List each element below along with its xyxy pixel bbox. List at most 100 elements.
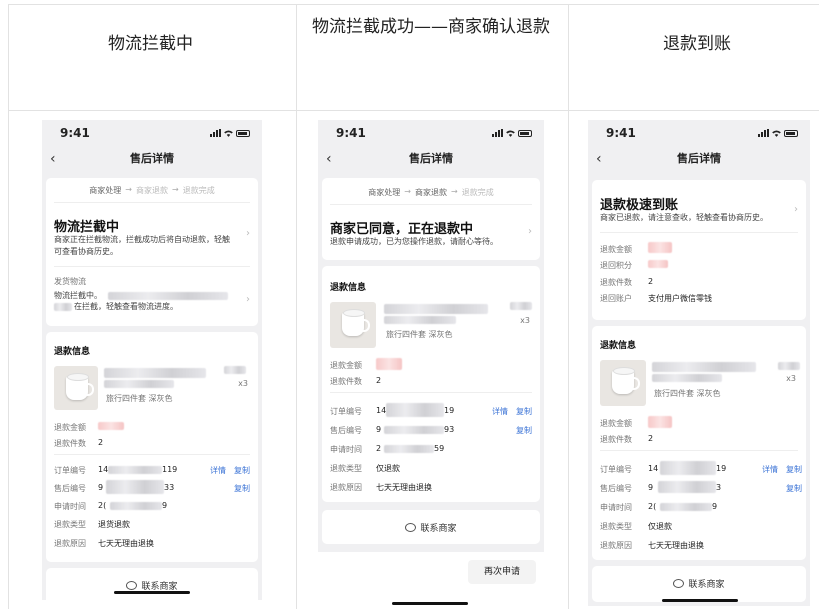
after-sale-number-prefix: 9	[648, 483, 654, 492]
copy-after-sale-button[interactable]: 复制	[786, 483, 802, 494]
order-number-prefix: 14	[648, 464, 659, 473]
redacted-tracking	[108, 292, 228, 300]
logistics-label: 发货物流	[54, 277, 86, 286]
redacted-price	[778, 362, 800, 370]
copy-after-sale-button[interactable]: 复制	[516, 425, 532, 436]
refund-type-value: 仅退款	[376, 464, 400, 473]
back-icon[interactable]: ‹	[326, 148, 332, 170]
home-indicator	[114, 591, 190, 594]
status-bar: 9:41	[42, 126, 262, 142]
status-description: 商家正在拦截物流，拦截成功后将自动退款，轻触可查看协商历史。	[54, 235, 230, 256]
order-detail-link[interactable]: 详情	[492, 406, 508, 417]
after-sale-number-suffix: 33	[164, 483, 175, 492]
step-2: 商家退款	[136, 186, 168, 195]
apply-time-prefix: 2(	[648, 502, 657, 511]
refund-type-value: 仅退款	[648, 522, 672, 531]
chat-icon	[673, 579, 685, 588]
order-number-suffix: 119	[162, 465, 178, 474]
nav-bar: ‹ 售后详情	[588, 148, 810, 170]
nav-bar: ‹ 售后详情	[42, 148, 262, 170]
after-sale-number-label: 售后编号	[54, 484, 86, 493]
redacted-text	[54, 303, 72, 311]
refund-amount-label: 退款金额	[54, 423, 86, 432]
copy-order-button[interactable]: 复制	[234, 465, 250, 476]
battery-icon	[518, 129, 532, 137]
order-detail-link[interactable]: 详情	[762, 464, 778, 475]
after-sale-number-label: 售后编号	[330, 426, 362, 435]
refund-points-label: 退回积分	[600, 261, 632, 270]
redacted-after-sale-number	[106, 480, 164, 494]
chevron-right-icon: ›	[246, 294, 250, 305]
divider	[330, 392, 532, 393]
redacted-product-name	[652, 374, 722, 382]
copy-after-sale-button[interactable]: 复制	[234, 483, 250, 494]
order-number-label: 订单编号	[54, 466, 86, 475]
product-image	[54, 366, 98, 410]
divider	[54, 266, 250, 267]
column-header-1: 物流拦截中	[108, 34, 193, 54]
status-bar: 9:41	[318, 126, 544, 142]
contact-card: 联系商家	[592, 566, 806, 602]
status-card: 商家处理 → 商家退款 → 退款完成 物流拦截中 商家正在拦截物流，拦截成功后将…	[46, 178, 258, 326]
status-bar: 9:41	[588, 126, 810, 142]
nav-bar: ‹ 售后详情	[318, 148, 544, 170]
mug-image	[342, 309, 370, 336]
redacted-after-sale-number	[658, 481, 716, 493]
back-icon[interactable]: ‹	[596, 148, 602, 170]
product-image	[330, 302, 376, 348]
redacted-after-sale-number	[384, 426, 444, 434]
product-image	[600, 360, 646, 406]
refund-info-card: 退款信息 x3 旅行四件套 深灰色 退款金额 退款件数 2 订单编号 14 11…	[46, 332, 258, 562]
product-quantity: x3	[520, 316, 530, 325]
battery-icon	[236, 129, 250, 137]
status-time: 9:41	[60, 126, 90, 140]
apply-time-suffix: 9	[712, 502, 718, 511]
progress-steps: 商家处理 → 商家退款 → 退款完成	[46, 185, 258, 196]
refund-type-label: 退款类型	[600, 522, 632, 531]
order-number-suffix: 19	[716, 464, 727, 473]
signal-icon	[210, 129, 221, 137]
home-indicator	[392, 602, 468, 605]
apply-time-label: 申请时间	[330, 445, 362, 454]
status-card: 退款极速到账 商家已退款，请注意查收，轻触查看协商历史。 › 退款金额 退回积分…	[592, 180, 806, 320]
refund-count-label: 退款件数	[600, 278, 632, 287]
battery-icon	[784, 129, 798, 137]
copy-order-button[interactable]: 复制	[516, 406, 532, 417]
step-3: 退款完成	[182, 186, 215, 195]
status-time: 9:41	[336, 126, 366, 140]
status-title: 商家已同意，正在退款中	[330, 222, 474, 237]
refund-count-label: 退款件数	[54, 439, 86, 448]
phone-screen-refund-received: 9:41 ‹ 售后详情 退款极速到账 商家已退款，请注意查收，轻触查看协商历史。…	[588, 120, 810, 606]
redacted-price	[224, 366, 246, 374]
wifi-icon	[772, 129, 781, 137]
step-1: 商家处理	[89, 186, 122, 195]
product-quantity: x3	[238, 379, 248, 388]
apply-time-suffix: 59	[434, 444, 445, 453]
refund-count-value: 2	[98, 438, 104, 447]
refund-reason-value: 七天无理由退换	[648, 541, 704, 550]
contact-merchant-button[interactable]: 联系商家	[592, 577, 806, 590]
step-3: 退款完成	[461, 188, 494, 197]
back-icon[interactable]: ‹	[50, 148, 56, 170]
order-detail-link[interactable]: 详情	[210, 465, 226, 476]
refund-info-title: 退款信息	[54, 347, 91, 357]
redacted-order-number	[108, 466, 162, 474]
status-time: 9:41	[606, 126, 636, 140]
order-number-suffix: 19	[444, 406, 455, 415]
contact-merchant-button[interactable]: 联系商家	[322, 521, 540, 534]
reapply-button[interactable]: 再次申请	[468, 560, 536, 584]
progress-steps: 商家处理 → 商家退款 → 退款完成	[322, 187, 540, 198]
mug-image	[612, 367, 640, 394]
redacted-points	[648, 260, 668, 268]
after-sale-number-prefix: 9	[98, 483, 104, 492]
step-arrow-icon: →	[172, 185, 179, 194]
wifi-icon	[224, 129, 233, 137]
refund-count-value: 2	[648, 277, 654, 286]
copy-order-button[interactable]: 复制	[786, 464, 802, 475]
redacted-amount	[98, 422, 124, 430]
after-sale-number-suffix: 3	[716, 483, 722, 492]
refund-info-title: 退款信息	[600, 341, 637, 351]
redacted-order-number	[660, 461, 716, 475]
redacted-product-name	[652, 362, 756, 372]
refund-info-card: 退款信息 x3 旅行四件套 深灰色 退款金额 退款件数 2 订单编号 14 19…	[322, 266, 540, 502]
